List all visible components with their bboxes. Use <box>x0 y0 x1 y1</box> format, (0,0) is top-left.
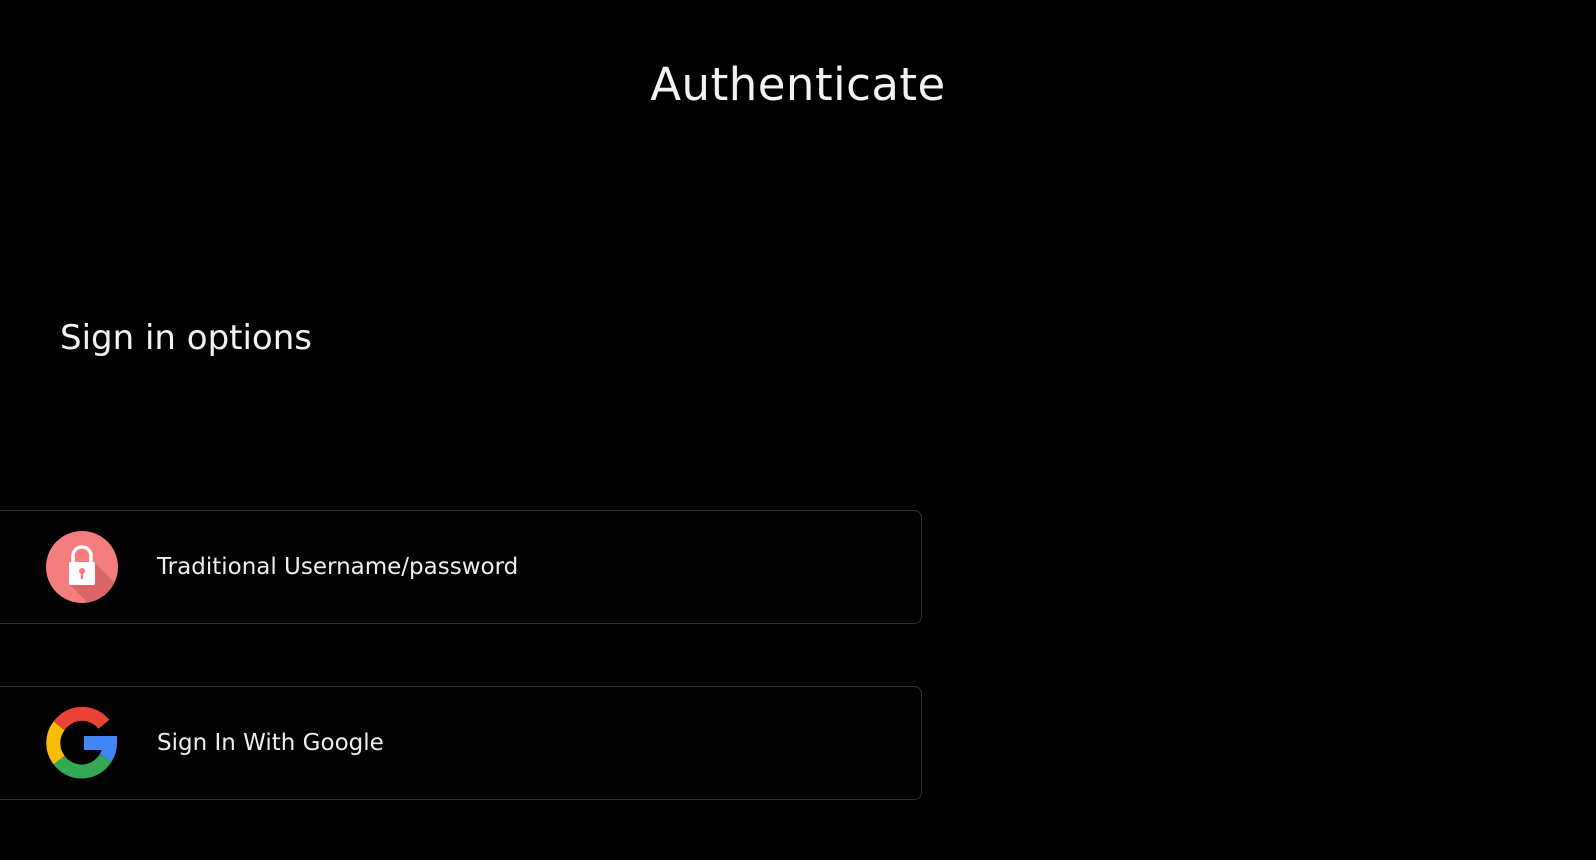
google-icon <box>46 707 118 779</box>
google-sign-in-option-label: Sign In With Google <box>157 730 384 756</box>
sign-in-options-heading: Sign in options <box>60 318 312 358</box>
google-sign-in-option-button[interactable]: Sign In With Google <box>0 686 922 800</box>
page-title: Authenticate <box>650 58 946 111</box>
auth-page: Authenticate Sign in options Traditional… <box>0 0 1596 860</box>
lock-icon <box>46 531 118 603</box>
username-password-option-button[interactable]: Traditional Username/password <box>0 510 922 624</box>
username-password-option-label: Traditional Username/password <box>157 554 519 580</box>
